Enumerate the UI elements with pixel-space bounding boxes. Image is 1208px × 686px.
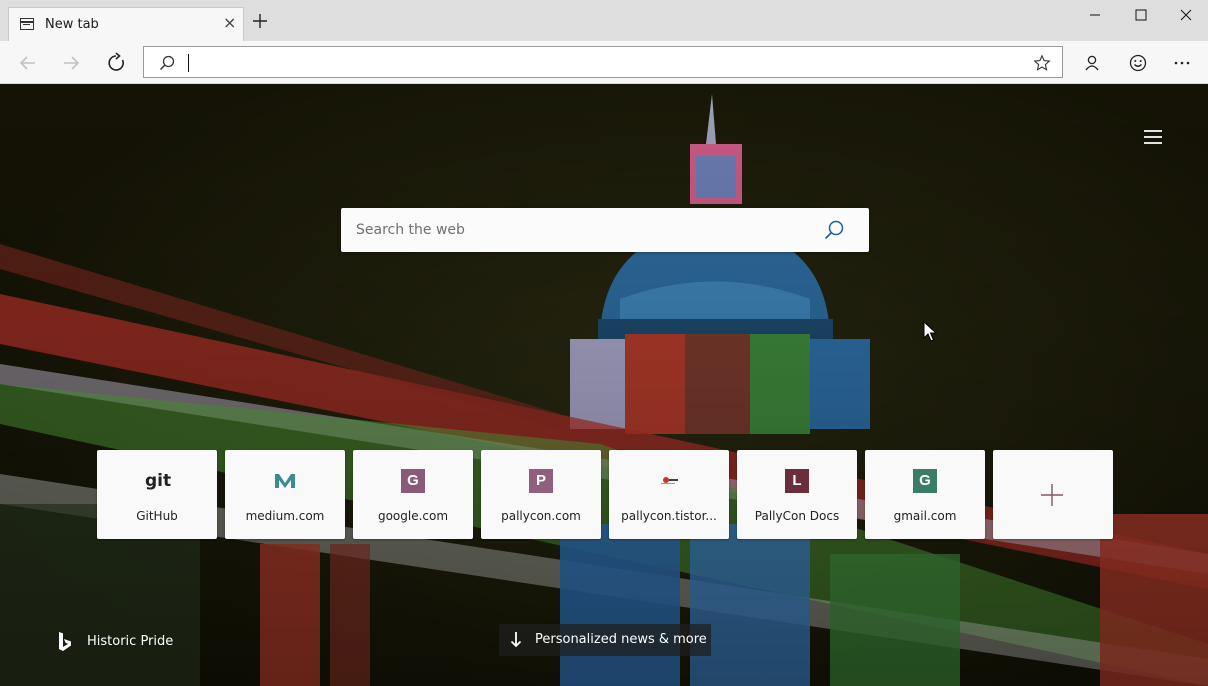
web-search-input[interactable]: [356, 218, 816, 242]
tab-title: New tab: [45, 17, 99, 32]
top-site-tile[interactable]: medium.com: [225, 450, 345, 539]
gmail-letter-icon: G: [913, 469, 937, 493]
back-arrow-icon[interactable]: [14, 49, 42, 77]
top-site-tile[interactable]: git GitHub: [97, 450, 217, 539]
top-site-tile[interactable]: pallycon.tistor...: [609, 450, 729, 539]
github-icon: git: [145, 471, 172, 491]
refresh-icon[interactable]: [102, 49, 130, 77]
web-search-box[interactable]: [341, 208, 869, 252]
new-tab-plus-icon[interactable]: [250, 11, 270, 31]
add-plus-icon: [1041, 484, 1063, 506]
forward-arrow-icon[interactable]: [57, 49, 85, 77]
tile-label: google.com: [377, 509, 449, 523]
tile-label: medium.com: [245, 509, 325, 523]
title-bar: New tab ×: [0, 0, 1208, 41]
minimize-icon[interactable]: [1072, 0, 1118, 30]
top-site-tile[interactable]: G gmail.com: [865, 450, 985, 539]
pallycon-tistory-icon: [661, 477, 678, 484]
personalized-news-button[interactable]: Personalized news & more: [499, 624, 711, 656]
text-caret: [188, 54, 189, 72]
tab-new-tab[interactable]: New tab ×: [8, 7, 244, 41]
pallycon-docs-letter-icon: L: [785, 469, 809, 493]
image-caption: Historic Pride: [87, 634, 174, 649]
google-letter-icon: G: [401, 469, 425, 493]
tile-label: pallycon.com: [501, 509, 581, 523]
medium-icon: [275, 474, 295, 488]
tile-label: PallyCon Docs: [754, 509, 840, 523]
down-arrow-icon: [510, 632, 522, 648]
pallycon-letter-icon: P: [529, 469, 553, 493]
mouse-cursor-icon: [923, 321, 937, 342]
news-button-label: Personalized news & more: [535, 632, 707, 647]
add-site-tile[interactable]: [993, 450, 1113, 539]
search-icon[interactable]: [821, 218, 847, 244]
more-options-icon[interactable]: [1168, 49, 1196, 77]
close-window-icon[interactable]: [1162, 0, 1208, 30]
favorite-star-icon[interactable]: [1033, 54, 1051, 72]
maximize-icon[interactable]: [1118, 0, 1164, 30]
feedback-smiley-icon[interactable]: [1124, 49, 1152, 77]
address-bar[interactable]: [143, 46, 1063, 78]
bing-logo-icon: [59, 632, 71, 651]
top-site-tile[interactable]: G google.com: [353, 450, 473, 539]
tile-label: gmail.com: [893, 509, 957, 523]
address-input[interactable]: [192, 50, 1012, 74]
tab-close-icon[interactable]: ×: [223, 14, 236, 32]
tile-label: GitHub: [136, 509, 178, 523]
top-sites: git GitHub medium.com G google.com P pal…: [97, 450, 1117, 540]
city-hall-night-photo: [0, 84, 1208, 686]
profile-icon[interactable]: [1078, 49, 1106, 77]
navigation-toolbar: [0, 41, 1208, 84]
top-site-tile[interactable]: L PallyCon Docs: [737, 450, 857, 539]
background-image: [0, 84, 1208, 686]
top-site-tile[interactable]: P pallycon.com: [481, 450, 601, 539]
tile-label: pallycon.tistor...: [621, 509, 717, 523]
search-icon: [159, 55, 175, 71]
new-tab-page-icon: [20, 18, 34, 30]
page-settings-menu-icon[interactable]: [1141, 126, 1165, 148]
